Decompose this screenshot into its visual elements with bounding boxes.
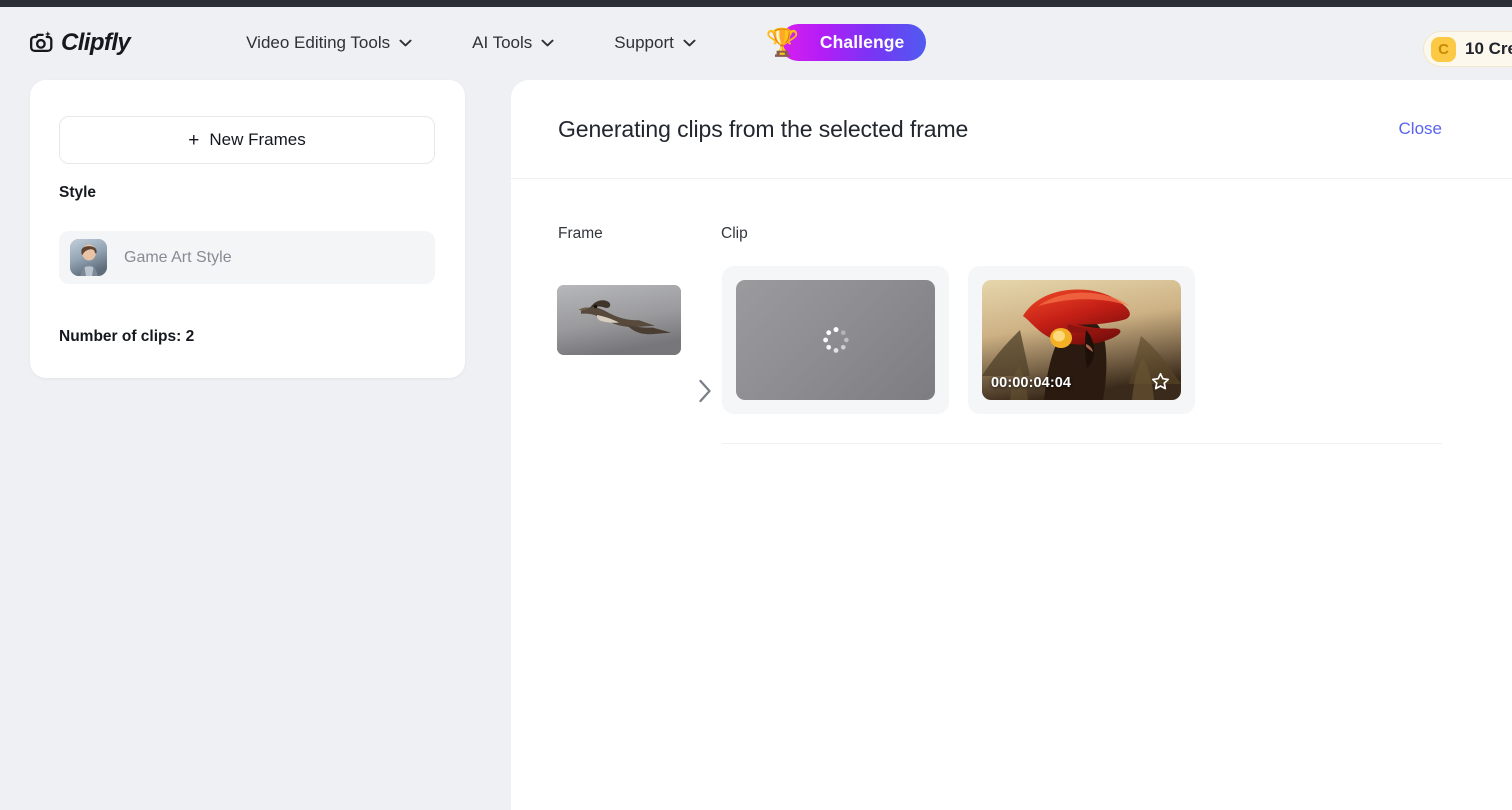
clip-list-divider [722, 443, 1442, 444]
clip-count-label: Number of clips: 2 [59, 328, 195, 345]
loading-spinner-icon [821, 325, 851, 355]
camera-sparkle-icon [27, 29, 54, 56]
brand-logo[interactable]: Clipfly [27, 28, 131, 57]
panel-header: Generating clips from the selected frame… [511, 80, 1512, 178]
nav-label: Support [614, 32, 674, 52]
star-outline-icon[interactable] [1150, 371, 1171, 392]
style-heading: Style [59, 184, 97, 201]
settings-panel: + New Frames Style Game Art Style Number… [30, 80, 465, 378]
page-title: Generating clips from the selected frame [558, 115, 969, 142]
challenge-label: Challenge [819, 32, 905, 52]
chevron-right-icon [697, 378, 713, 409]
clip-timecode: 00:00:04:04 [991, 375, 1072, 391]
chevron-down-icon [541, 39, 554, 47]
credit-coin-icon: C [1431, 36, 1456, 62]
header-divider [511, 178, 1512, 179]
chevron-down-icon [399, 39, 412, 47]
trophy-icon: 🏆 [765, 27, 800, 57]
plus-icon: + [188, 129, 200, 151]
credits-balance[interactable]: C 10 Cre [1423, 31, 1512, 67]
generation-panel: Generating clips from the selected frame… [511, 80, 1512, 810]
top-browser-strip [0, 0, 1512, 7]
clip-card-loading[interactable] [722, 266, 949, 414]
new-frames-label: New Frames [209, 130, 306, 149]
style-selector[interactable]: Game Art Style [59, 231, 435, 284]
new-frames-button[interactable]: + New Frames [59, 116, 435, 164]
column-header-frame: Frame [558, 225, 603, 242]
brand-name: Clipfly [61, 28, 131, 56]
close-button[interactable]: Close [1399, 119, 1442, 139]
clip-placeholder [736, 280, 935, 400]
nav-item-support[interactable]: Support [614, 27, 696, 59]
main-navigation: Video Editing Tools AI Tools Support 🏆 C… [246, 24, 927, 61]
nav-item-video-editing-tools[interactable]: Video Editing Tools [246, 27, 412, 59]
nav-label: AI Tools [472, 32, 533, 52]
source-frame-thumbnail[interactable] [557, 285, 681, 355]
credits-label: 10 Cre [1465, 39, 1512, 58]
style-name: Game Art Style [124, 248, 232, 266]
clip-thumbnail: 00:00:04:04 [982, 280, 1181, 400]
challenge-button[interactable]: 🏆 Challenge [766, 24, 927, 61]
app-header: Clipfly Video Editing Tools AI Tools Sup… [0, 7, 1512, 78]
chevron-down-icon [683, 39, 696, 47]
clip-card-generated[interactable]: 00:00:04:04 [968, 266, 1195, 414]
nav-label: Video Editing Tools [246, 32, 391, 52]
column-header-clip: Clip [721, 225, 748, 242]
nav-item-ai-tools[interactable]: AI Tools [472, 27, 554, 59]
style-avatar [70, 239, 107, 276]
